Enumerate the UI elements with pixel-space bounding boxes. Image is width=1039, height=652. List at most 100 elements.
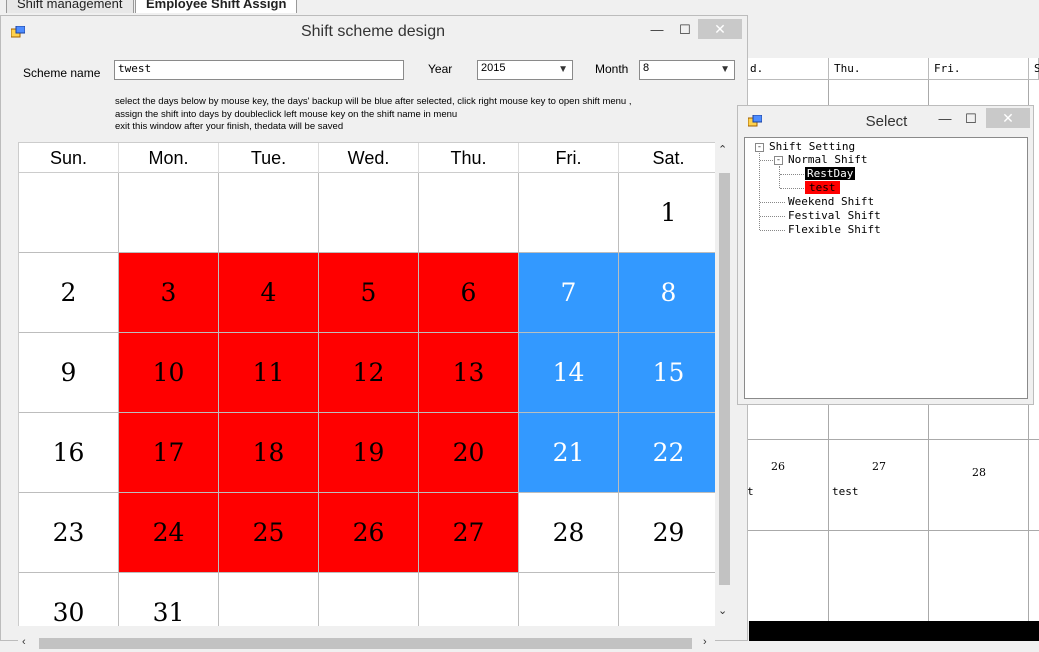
bg-day-27: 27 — [872, 460, 886, 473]
shift-scheme-window: Shift scheme design — ☐ ✕ Scheme name tw… — [0, 15, 748, 652]
day-cell[interactable]: 21 — [519, 413, 619, 493]
tree-node-festival-shift[interactable]: Festival Shift — [788, 209, 881, 222]
day-cell[interactable]: 16 — [19, 413, 119, 493]
tree-node-weekend-shift[interactable]: Weekend Shift — [788, 195, 874, 208]
day-cell[interactable]: 28 — [519, 493, 619, 573]
tree-line — [780, 188, 804, 189]
horizontal-scroll-thumb[interactable] — [39, 638, 692, 649]
day-cell[interactable]: 31 — [119, 573, 219, 626]
close-icon[interactable]: ✕ — [698, 19, 742, 39]
month-select[interactable]: 8 ▼ — [639, 60, 735, 80]
weekday-header: Fri. — [519, 143, 619, 173]
year-value: 2015 — [481, 62, 506, 74]
year-label: Year — [428, 62, 453, 76]
close-icon[interactable]: ✕ — [986, 108, 1030, 128]
maximize-icon[interactable]: ☐ — [671, 20, 699, 40]
day-cell[interactable] — [319, 573, 419, 626]
day-cell[interactable]: 13 — [419, 333, 519, 413]
day-cell[interactable]: 10 — [119, 333, 219, 413]
tab-shift-management[interactable]: Shift management — [6, 0, 134, 13]
instructions: select the days below by mouse key, the … — [115, 96, 632, 134]
bg-divider — [745, 439, 1039, 440]
day-cell[interactable]: 15 — [619, 333, 715, 413]
scroll-right-icon[interactable]: › — [703, 636, 707, 648]
day-cell[interactable]: 5 — [319, 253, 419, 333]
calendar-grid: Sun. Mon. Tue. Wed. Thu. Fri. Sat. 1 2 3 4 5 6 7 8 9 10 1… — [18, 142, 715, 626]
day-cell[interactable]: 14 — [519, 333, 619, 413]
day-cell[interactable]: 12 — [319, 333, 419, 413]
day-cell[interactable]: 1 — [619, 173, 715, 253]
day-cell[interactable]: 2 — [19, 253, 119, 333]
day-cell[interactable]: 9 — [19, 333, 119, 413]
tree-node-test[interactable]: test — [805, 181, 840, 194]
tree-line — [760, 160, 775, 161]
day-cell[interactable]: 17 — [119, 413, 219, 493]
day-cell[interactable]: 18 — [219, 413, 319, 493]
day-cell[interactable]: 11 — [219, 333, 319, 413]
day-cell[interactable] — [619, 573, 715, 626]
day-cell[interactable] — [19, 173, 119, 253]
day-cell[interactable]: 29 — [619, 493, 715, 573]
day-cell[interactable]: 25 — [219, 493, 319, 573]
weekday-header: Thu. — [419, 143, 519, 173]
day-cell[interactable]: 23 — [19, 493, 119, 573]
bg-shift-27: test — [832, 485, 859, 498]
maximize-icon[interactable]: ☐ — [957, 109, 985, 129]
day-cell[interactable]: 8 — [619, 253, 715, 333]
shift-tree: - Shift Setting - Normal Shift RestDay t… — [744, 137, 1028, 399]
collapse-icon[interactable]: - — [774, 156, 783, 165]
day-cell[interactable]: 19 — [319, 413, 419, 493]
taskbar-strip — [749, 621, 1039, 641]
day-cell[interactable]: 3 — [119, 253, 219, 333]
year-select[interactable]: 2015 ▼ — [477, 60, 573, 80]
day-cell[interactable]: 24 — [119, 493, 219, 573]
tab-employee-shift-assign[interactable]: Employee Shift Assign — [135, 0, 298, 13]
day-cell[interactable] — [219, 573, 319, 626]
chevron-down-icon: ▼ — [720, 64, 730, 75]
scroll-down-icon[interactable]: ⌄ — [718, 604, 727, 617]
instruction-line: exit this window after your finish, thed… — [115, 121, 344, 132]
bg-header-fri: Fri. — [929, 58, 1029, 80]
select-window: Select — ☐ ✕ - Shift Setting - Normal Sh… — [737, 105, 1034, 405]
weekday-header: Tue. — [219, 143, 319, 173]
tree-line — [759, 153, 760, 230]
bg-header-sat: S — [1029, 58, 1039, 80]
weekday-header: Sat. — [619, 143, 715, 173]
day-cell[interactable] — [419, 573, 519, 626]
scroll-left-icon[interactable]: ‹ — [22, 636, 26, 648]
tree-line — [780, 174, 804, 175]
scroll-up-icon[interactable]: ⌃ — [718, 143, 727, 156]
weekday-header: Wed. — [319, 143, 419, 173]
day-cell[interactable] — [519, 173, 619, 253]
tree-node-flexible-shift[interactable]: Flexible Shift — [788, 223, 881, 236]
bg-day-26: 26 — [771, 460, 785, 473]
tree-node-restday[interactable]: RestDay — [805, 167, 856, 180]
chevron-down-icon: ▼ — [558, 64, 568, 75]
weekday-header: Sun. — [19, 143, 119, 173]
scheme-name-input[interactable]: twest — [114, 60, 404, 80]
bg-day-28: 28 — [972, 466, 986, 479]
tree-line — [760, 216, 785, 217]
day-cell[interactable] — [119, 173, 219, 253]
day-cell[interactable]: 27 — [419, 493, 519, 573]
collapse-icon[interactable]: - — [755, 143, 764, 152]
tree-line — [779, 166, 780, 188]
day-cell[interactable] — [319, 173, 419, 253]
tree-node-shift-setting[interactable]: Shift Setting — [769, 140, 855, 153]
bg-divider — [745, 530, 1039, 531]
day-cell[interactable]: 6 — [419, 253, 519, 333]
day-cell[interactable] — [519, 573, 619, 626]
day-cell[interactable]: 7 — [519, 253, 619, 333]
day-cell[interactable] — [419, 173, 519, 253]
day-cell[interactable]: 26 — [319, 493, 419, 573]
day-cell[interactable] — [219, 173, 319, 253]
minimize-icon[interactable]: — — [931, 109, 959, 129]
vertical-scroll-thumb[interactable] — [719, 173, 730, 585]
day-cell[interactable]: 22 — [619, 413, 715, 493]
day-cell[interactable]: 4 — [219, 253, 319, 333]
minimize-icon[interactable]: — — [643, 20, 671, 40]
day-cell[interactable]: 30 — [19, 573, 119, 626]
day-cell[interactable]: 20 — [419, 413, 519, 493]
tree-node-normal-shift[interactable]: Normal Shift — [788, 153, 867, 166]
instruction-line: assign the shift into days by doubleclic… — [115, 108, 458, 120]
